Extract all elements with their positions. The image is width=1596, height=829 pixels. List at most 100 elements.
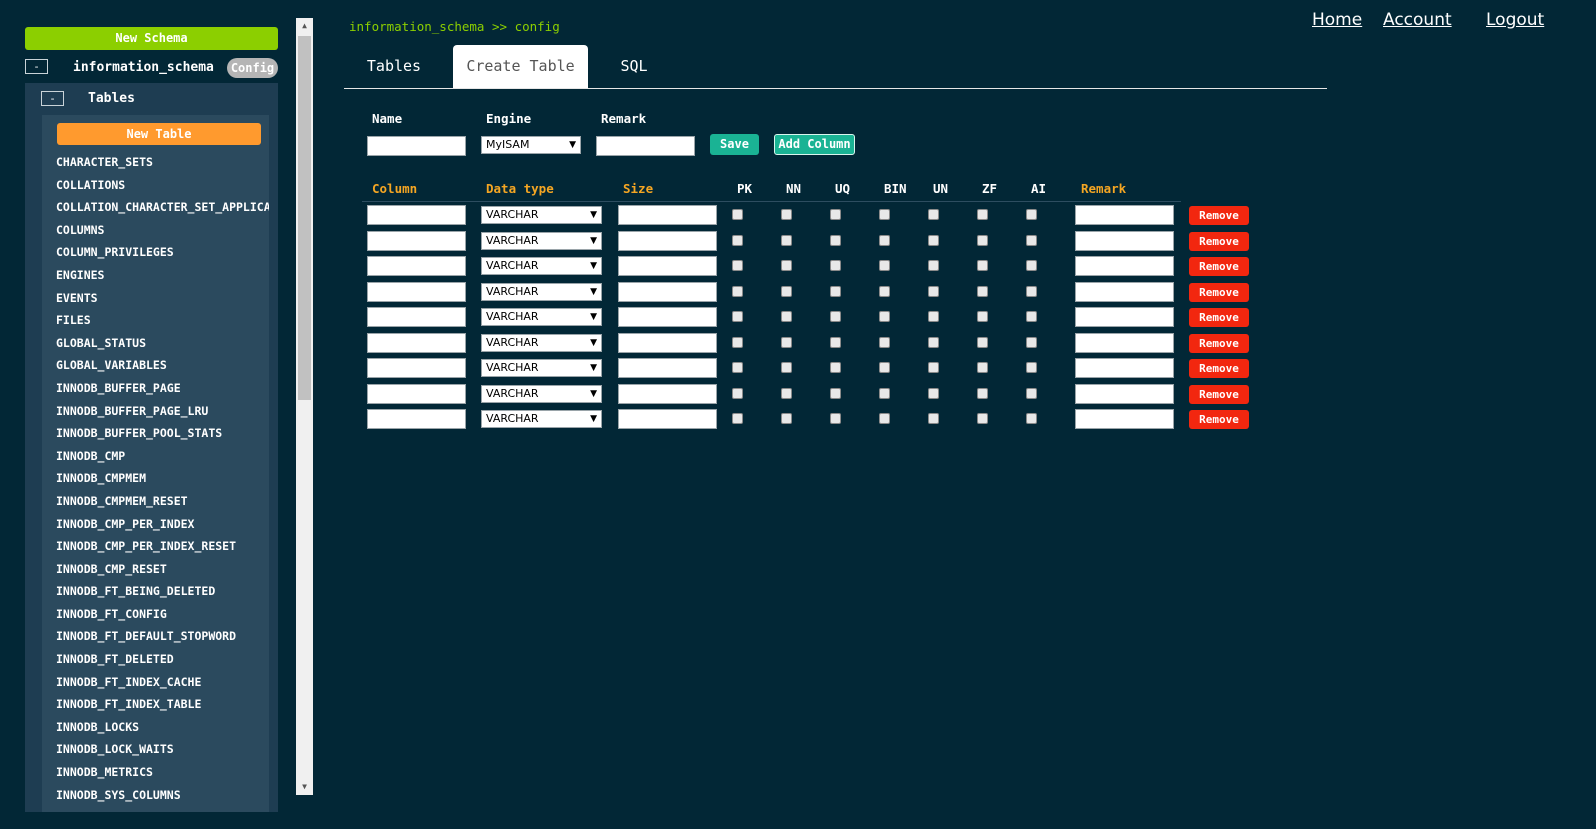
nn-checkbox[interactable]: [781, 413, 792, 424]
remove-button[interactable]: Remove: [1189, 206, 1249, 225]
zf-checkbox[interactable]: [977, 336, 988, 348]
pk-checkbox[interactable]: [732, 209, 743, 220]
table-list-item[interactable]: INNODB_FT_DEFAULT_STOPWORD: [56, 628, 269, 651]
size-input[interactable]: [618, 383, 717, 404]
uq-checkbox[interactable]: [830, 413, 841, 424]
column-name-input[interactable]: [367, 409, 466, 429]
nn-checkbox[interactable]: [781, 387, 792, 399]
nn-checkbox[interactable]: [781, 260, 792, 271]
un-checkbox[interactable]: [928, 311, 939, 322]
remove-button[interactable]: Remove: [1189, 410, 1249, 429]
un-checkbox[interactable]: [928, 362, 939, 373]
data-type-select[interactable]: VARCHAR ▼: [481, 359, 602, 377]
new-schema-button[interactable]: New Schema: [25, 27, 278, 50]
table-list-item[interactable]: CHARACTER_SETS: [56, 154, 269, 177]
tab-tables[interactable]: Tables: [350, 45, 438, 88]
pk-checkbox[interactable]: [732, 387, 743, 399]
data-type-select[interactable]: VARCHAR ▼: [481, 257, 602, 275]
ai-checkbox[interactable]: [1026, 387, 1037, 399]
nn-checkbox[interactable]: [781, 336, 792, 348]
table-list-item[interactable]: INNODB_CMP: [56, 448, 269, 471]
bin-checkbox[interactable]: [879, 413, 890, 424]
uq-checkbox[interactable]: [830, 387, 841, 399]
table-list-item[interactable]: INNODB_CMPMEM: [56, 470, 269, 493]
bin-checkbox[interactable]: [879, 336, 890, 348]
zf-checkbox[interactable]: [977, 413, 988, 424]
config-button[interactable]: Config: [227, 58, 278, 78]
pk-checkbox[interactable]: [732, 336, 743, 348]
nn-checkbox[interactable]: [781, 285, 792, 297]
nav-logout-link[interactable]: Logout: [1486, 10, 1544, 30]
size-input[interactable]: [618, 256, 717, 276]
remove-button[interactable]: Remove: [1189, 257, 1249, 276]
column-remark-input[interactable]: [1075, 281, 1174, 302]
remove-button[interactable]: Remove: [1189, 282, 1249, 302]
table-list-item[interactable]: INNODB_METRICS: [56, 764, 269, 787]
table-list-item[interactable]: INNODB_CMP_PER_INDEX_RESET: [56, 538, 269, 561]
column-remark-input[interactable]: [1075, 205, 1174, 225]
un-checkbox[interactable]: [928, 336, 939, 348]
column-remark-input[interactable]: [1075, 332, 1174, 353]
table-name-input[interactable]: [367, 136, 466, 156]
nav-account-link[interactable]: Account: [1383, 10, 1452, 30]
schema-collapse-button[interactable]: -: [25, 59, 48, 74]
column-name-input[interactable]: [367, 383, 466, 404]
size-input[interactable]: [618, 332, 717, 353]
data-type-select[interactable]: VARCHAR ▼: [481, 410, 602, 428]
data-type-select[interactable]: VARCHAR ▼: [481, 231, 602, 250]
data-type-select[interactable]: VARCHAR ▼: [481, 333, 602, 352]
ai-checkbox[interactable]: [1026, 336, 1037, 348]
column-remark-input[interactable]: [1075, 307, 1174, 327]
column-remark-input[interactable]: [1075, 409, 1174, 429]
table-list-item[interactable]: INNODB_SYS_COLUMNS: [56, 787, 269, 810]
table-remark-input[interactable]: [596, 136, 695, 156]
size-input[interactable]: [618, 281, 717, 302]
tab-sql[interactable]: SQL: [605, 45, 663, 88]
column-name-input[interactable]: [367, 230, 466, 251]
uq-checkbox[interactable]: [830, 362, 841, 373]
un-checkbox[interactable]: [928, 234, 939, 246]
table-list-item[interactable]: INNODB_FT_DELETED: [56, 651, 269, 674]
bin-checkbox[interactable]: [879, 285, 890, 297]
column-remark-input[interactable]: [1075, 230, 1174, 251]
table-list-item[interactable]: INNODB_FT_INDEX_TABLE: [56, 696, 269, 719]
size-input[interactable]: [618, 205, 717, 225]
bin-checkbox[interactable]: [879, 234, 890, 246]
column-name-input[interactable]: [367, 358, 466, 378]
nav-home-link[interactable]: Home: [1312, 10, 1362, 30]
size-input[interactable]: [618, 409, 717, 429]
scroll-up-icon[interactable]: ▲: [296, 18, 313, 34]
un-checkbox[interactable]: [928, 209, 939, 220]
remove-button[interactable]: Remove: [1189, 231, 1249, 251]
engine-select[interactable]: MyISAM ▼: [481, 136, 581, 154]
column-remark-input[interactable]: [1075, 256, 1174, 276]
pk-checkbox[interactable]: [732, 413, 743, 424]
nn-checkbox[interactable]: [781, 209, 792, 220]
uq-checkbox[interactable]: [830, 234, 841, 246]
table-list-item[interactable]: INNODB_LOCKS: [56, 719, 269, 742]
pk-checkbox[interactable]: [732, 362, 743, 373]
uq-checkbox[interactable]: [830, 260, 841, 271]
nn-checkbox[interactable]: [781, 234, 792, 246]
remove-button[interactable]: Remove: [1189, 333, 1249, 353]
bin-checkbox[interactable]: [879, 209, 890, 220]
ai-checkbox[interactable]: [1026, 413, 1037, 424]
scroll-down-icon[interactable]: ▼: [296, 779, 313, 795]
uq-checkbox[interactable]: [830, 336, 841, 348]
table-list-item[interactable]: INNODB_CMP_RESET: [56, 561, 269, 584]
ai-checkbox[interactable]: [1026, 362, 1037, 373]
pk-checkbox[interactable]: [732, 260, 743, 271]
pk-checkbox[interactable]: [732, 311, 743, 322]
table-list-item[interactable]: INNODB_CMP_PER_INDEX: [56, 516, 269, 539]
table-list-item[interactable]: INNODB_CMPMEM_RESET: [56, 493, 269, 516]
column-remark-input[interactable]: [1075, 383, 1174, 404]
data-type-select[interactable]: VARCHAR ▼: [481, 308, 602, 326]
uq-checkbox[interactable]: [830, 209, 841, 220]
add-column-button[interactable]: Add Column: [774, 134, 855, 155]
table-list-item[interactable]: COLLATIONS: [56, 177, 269, 200]
save-button[interactable]: Save: [710, 134, 759, 155]
pk-checkbox[interactable]: [732, 285, 743, 297]
bin-checkbox[interactable]: [879, 260, 890, 271]
size-input[interactable]: [618, 230, 717, 251]
un-checkbox[interactable]: [928, 285, 939, 297]
